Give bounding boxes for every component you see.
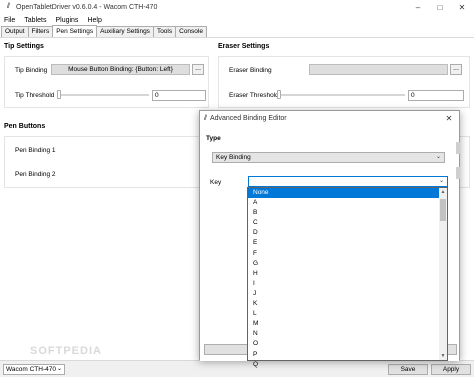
pen-binding-1-label: Pen Binding 1	[15, 147, 56, 154]
tip-threshold-slider-thumb[interactable]	[57, 90, 61, 99]
eraser-threshold-label: Eraser Threshold	[229, 92, 279, 99]
tip-settings-title: Tip Settings	[4, 43, 44, 50]
tab-output[interactable]: Output	[1, 26, 29, 37]
eraser-settings-panel: Eraser Binding ... Eraser Threshold 0	[218, 56, 470, 108]
title-bar: /̸ OpenTabletDriver v0.6.0.4 - Wacom CTH…	[0, 0, 474, 14]
dialog-close-icon[interactable]: ✕	[441, 111, 457, 126]
pen-binding-1-edge	[456, 142, 460, 154]
key-option-f[interactable]: F	[248, 249, 447, 259]
tablet-select-value: Wacom CTH-470	[6, 366, 56, 373]
tip-threshold-label: Tip Threshold	[15, 92, 55, 99]
tip-threshold-slider[interactable]	[57, 94, 149, 96]
key-option-b[interactable]: B	[248, 208, 447, 218]
dialog-title: Advanced Binding Editor	[209, 115, 287, 122]
menu-plugins[interactable]: Plugins	[51, 17, 83, 24]
eraser-threshold-slider-thumb[interactable]	[277, 90, 281, 99]
otd-logo-icon: /̸	[204, 115, 206, 122]
minimize-icon[interactable]: –	[408, 0, 428, 14]
softpedia-watermark: SOFTPEDIA	[30, 345, 102, 357]
key-option-l[interactable]: L	[248, 309, 447, 319]
eraser-settings-title: Eraser Settings	[218, 43, 270, 50]
chevron-down-icon: ⌄	[56, 366, 62, 372]
key-option-p[interactable]: P	[248, 350, 447, 360]
pen-binding-2-label: Pen Binding 2	[15, 171, 56, 178]
menu-tablets[interactable]: Tablets	[20, 17, 51, 24]
eraser-binding-more-button[interactable]: ...	[450, 64, 462, 75]
otd-logo-icon: /̸	[7, 3, 9, 10]
tab-filters[interactable]: Filters	[27, 26, 54, 37]
menu-file[interactable]: File	[0, 17, 20, 24]
tip-settings-panel: Tip Binding Mouse Button Binding: {Butto…	[4, 56, 209, 108]
key-option-m[interactable]: M	[248, 319, 447, 329]
key-option-n[interactable]: N	[248, 329, 447, 339]
tab-tools[interactable]: Tools	[152, 26, 177, 37]
maximize-icon[interactable]: □	[430, 0, 450, 14]
type-select[interactable]: Key Binding ⌄	[212, 152, 445, 163]
tip-binding-button[interactable]: Mouse Button Binding: {Button: Left}	[51, 64, 190, 75]
window-title: OpenTabletDriver v0.6.0.4 - Wacom CTH-47…	[16, 3, 158, 11]
key-option-j[interactable]: J	[248, 289, 447, 299]
dialog-title-bar: /̸ Advanced Binding Editor	[200, 111, 459, 126]
scrollbar-thumb[interactable]	[440, 199, 446, 221]
scroll-down-icon[interactable]: ▼	[439, 352, 447, 360]
chevron-down-icon: ⌄	[435, 154, 441, 160]
pen-binding-2-edge	[456, 167, 460, 179]
tab-divider	[0, 37, 474, 38]
key-option-k[interactable]: K	[248, 299, 447, 309]
eraser-threshold-slider[interactable]	[277, 94, 405, 96]
key-option-none[interactable]: None	[248, 188, 447, 199]
key-label: Key	[210, 179, 222, 186]
eraser-threshold-input[interactable]: 0	[408, 90, 464, 101]
key-select[interactable]: ⌄	[248, 176, 448, 187]
close-icon[interactable]: ✕	[452, 0, 472, 14]
key-option-h[interactable]: H	[248, 269, 447, 279]
tip-binding-label: Tip Binding	[15, 67, 48, 74]
key-option-i[interactable]: I	[248, 279, 447, 289]
key-option-a[interactable]: A	[248, 198, 447, 208]
key-option-q[interactable]: Q	[248, 360, 447, 370]
key-option-c[interactable]: C	[248, 218, 447, 228]
type-label: Type	[206, 135, 221, 142]
key-dropdown-list: None A B C D E F G H I J K L M N O P Q ▲…	[247, 187, 448, 368]
tab-strip: Output Filters Pen Settings Auxiliary Se…	[1, 25, 207, 37]
eraser-binding-button[interactable]	[309, 64, 448, 75]
pen-buttons-title: Pen Buttons	[4, 123, 46, 130]
key-option-e[interactable]: E	[248, 238, 447, 248]
tip-threshold-input[interactable]: 0	[152, 90, 206, 101]
key-option-d[interactable]: D	[248, 228, 447, 238]
tablet-select[interactable]: Wacom CTH-470 ⌄	[3, 364, 65, 375]
menu-help[interactable]: Help	[83, 17, 106, 24]
eraser-binding-label: Eraser Binding	[229, 67, 272, 74]
scroll-up-icon[interactable]: ▲	[439, 188, 447, 196]
type-select-value: Key Binding	[216, 154, 251, 161]
dropdown-scrollbar[interactable]: ▲ ▼	[439, 188, 447, 360]
tip-binding-more-button[interactable]: ...	[192, 64, 204, 75]
tab-auxiliary-settings[interactable]: Auxiliary Settings	[96, 26, 154, 37]
tab-pen-settings[interactable]: Pen Settings	[52, 25, 98, 37]
chevron-down-icon: ⌄	[438, 178, 444, 184]
tab-console[interactable]: Console	[175, 26, 207, 37]
key-option-o[interactable]: O	[248, 339, 447, 349]
key-option-g[interactable]: G	[248, 259, 447, 269]
